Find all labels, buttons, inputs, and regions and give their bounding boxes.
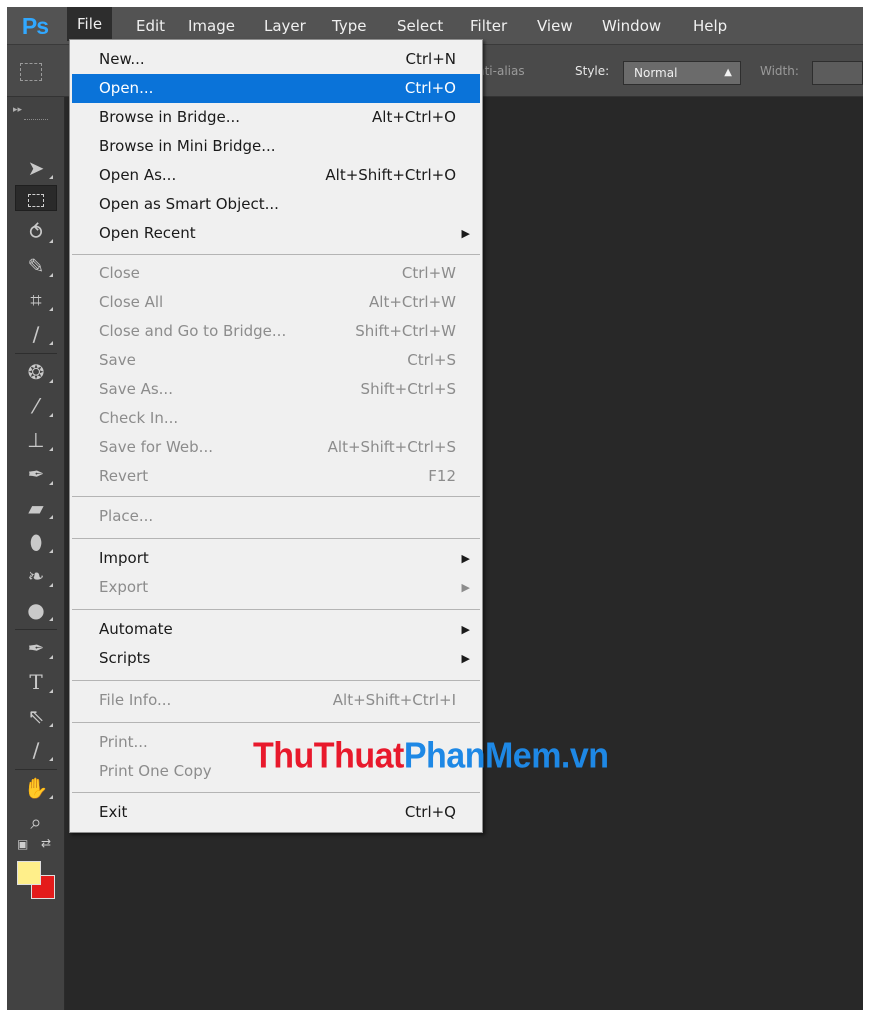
move-icon[interactable]: ➤ (15, 155, 57, 181)
tools-panel: ▸▸ ➤ ⥀ ✎ ⌗ ∕ ❂ ⁄ ⊥ ✒ ▰ ⬮ ❧ ● ✒ T ⇖ ∕ ✋ ⌕… (7, 97, 65, 1010)
menu-item-new[interactable]: New... Ctrl+N (72, 45, 480, 74)
menu-item-save[interactable]: Save Ctrl+S (72, 346, 480, 375)
history-brush-icon[interactable]: ✒ (15, 461, 57, 487)
path-selection-icon[interactable]: ⇖ (15, 703, 57, 729)
menu-item-browse-in-bridge[interactable]: Browse in Bridge... Alt+Ctrl+O (72, 103, 480, 132)
menu-item-open-recent[interactable]: Open Recent ▶ (72, 219, 480, 248)
menu-item-scripts[interactable]: Scripts ▶ (72, 644, 480, 673)
menu-item-open-as[interactable]: Open As... Alt+Shift+Ctrl+O (72, 161, 480, 190)
menu-item-open-as-smart-object[interactable]: Open as Smart Object... (72, 190, 480, 219)
swap-colors-icon[interactable]: ⇄ (41, 836, 51, 850)
marquee-preset-icon[interactable] (20, 63, 42, 81)
zoom-icon[interactable]: ⌕ (15, 809, 57, 835)
style-select-value: Normal (634, 66, 678, 80)
crop-icon[interactable]: ⌗ (15, 287, 57, 313)
menu-window[interactable]: Window (592, 7, 671, 45)
menu-item-close-and-go-to-bridge[interactable]: Close and Go to Bridge... Shift+Ctrl+W (72, 317, 480, 346)
width-input[interactable] (812, 61, 863, 85)
foreground-color-swatch[interactable] (17, 861, 41, 885)
quick-selection-icon[interactable]: ✎ (15, 253, 57, 279)
menu-view[interactable]: View (527, 7, 583, 45)
pen-icon[interactable]: ✒ (15, 635, 57, 661)
anti-alias-label[interactable]: nti-alias (477, 45, 525, 97)
photoshop-window: Ps File Edit Image Layer Type Select Fil… (7, 7, 863, 1010)
blur-icon[interactable]: ❧ (15, 563, 57, 589)
menu-item-open[interactable]: Open... Ctrl+O (72, 74, 480, 103)
submenu-arrow-icon: ▶ (461, 581, 470, 594)
menu-item-file-info[interactable]: File Info... Alt+Shift+Ctrl+I (72, 686, 480, 715)
menu-item-close-all[interactable]: Close All Alt+Ctrl+W (72, 288, 480, 317)
collapse-icon[interactable]: ▸▸ (13, 105, 22, 115)
panel-grip[interactable] (24, 119, 48, 122)
lasso-icon[interactable]: ⥀ (15, 219, 57, 245)
line-icon[interactable]: ∕ (15, 737, 57, 763)
watermark: ThuThuatPhanMem.vn (253, 736, 609, 776)
submenu-arrow-icon: ▶ (461, 552, 470, 565)
style-label: Style: (575, 64, 610, 78)
menu-item-close[interactable]: Close Ctrl+W (72, 259, 480, 288)
select-arrows-icon: ▲︎ (724, 67, 732, 78)
menu-item-browse-in-mini-bridge[interactable]: Browse in Mini Bridge... (72, 132, 480, 161)
eyedropper-icon[interactable]: ∕ (15, 321, 57, 347)
spot-healing-icon[interactable]: ❂ (15, 359, 57, 385)
submenu-arrow-icon: ▶ (461, 623, 470, 636)
menu-file[interactable]: File (67, 7, 113, 41)
menu-item-import[interactable]: Import ▶ (72, 544, 480, 573)
submenu-arrow-icon: ▶ (461, 227, 470, 240)
menu-item-exit[interactable]: Exit Ctrl+Q (72, 798, 480, 827)
file-menu-dropdown: New... Ctrl+N Open... Ctrl+O Browse in Bri… (69, 39, 483, 833)
hand-icon[interactable]: ✋ (15, 775, 57, 801)
type-icon[interactable]: T (15, 669, 57, 695)
submenu-arrow-icon: ▶ (461, 652, 470, 665)
paint-bucket-icon[interactable]: ⬮ (15, 529, 57, 555)
default-colors-icon[interactable]: ▣ (17, 837, 28, 851)
menu-item-export[interactable]: Export ▶ (72, 573, 480, 602)
menu-item-save-for-web[interactable]: Save for Web... Alt+Shift+Ctrl+S (72, 433, 480, 462)
style-select[interactable]: Normal ▲︎ (623, 61, 741, 85)
menu-item-automate[interactable]: Automate ▶ (72, 615, 480, 644)
eraser-icon[interactable]: ▰ (15, 495, 57, 521)
menu-item-save-as[interactable]: Save As... Shift+Ctrl+S (72, 375, 480, 404)
menu-help[interactable]: Help (683, 7, 737, 45)
menu-item-place[interactable]: Place... (72, 502, 480, 531)
photoshop-logo: Ps (21, 13, 49, 39)
menu-item-revert[interactable]: Revert F12 (72, 462, 480, 491)
menu-item-check-in[interactable]: Check In... (72, 404, 480, 433)
dodge-icon[interactable]: ● (15, 597, 57, 623)
clone-stamp-icon[interactable]: ⊥ (15, 427, 57, 453)
width-label: Width: (760, 64, 799, 78)
rectangular-marquee-icon[interactable] (15, 185, 57, 211)
brush-icon[interactable]: ⁄ (15, 393, 57, 419)
